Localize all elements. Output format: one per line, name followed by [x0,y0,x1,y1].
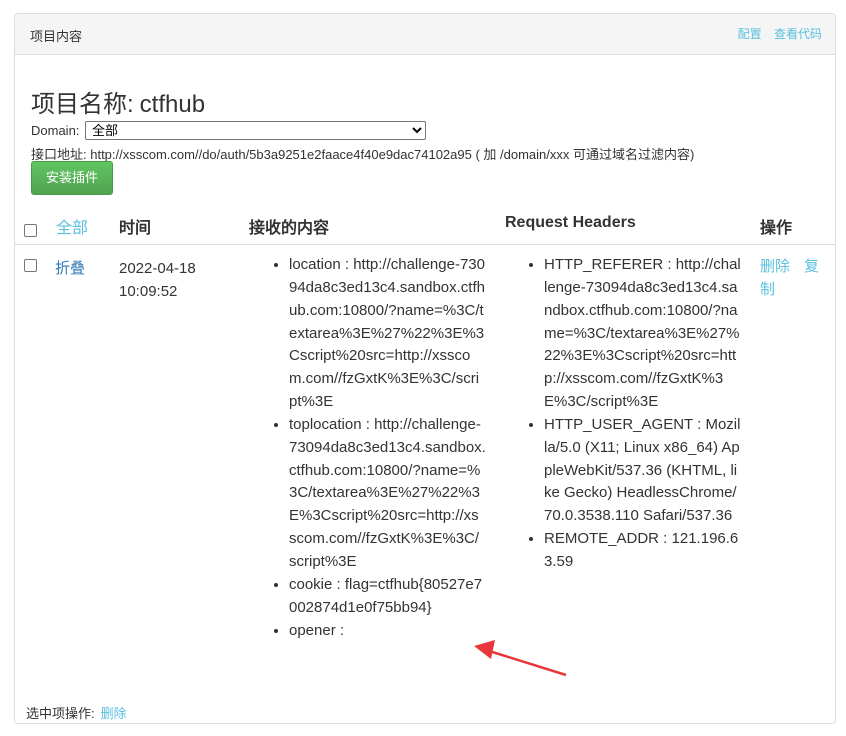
annotation-arrow-head [474,640,495,659]
annotation-arrow [474,640,567,677]
annotation-arrow-shaft [485,648,567,677]
